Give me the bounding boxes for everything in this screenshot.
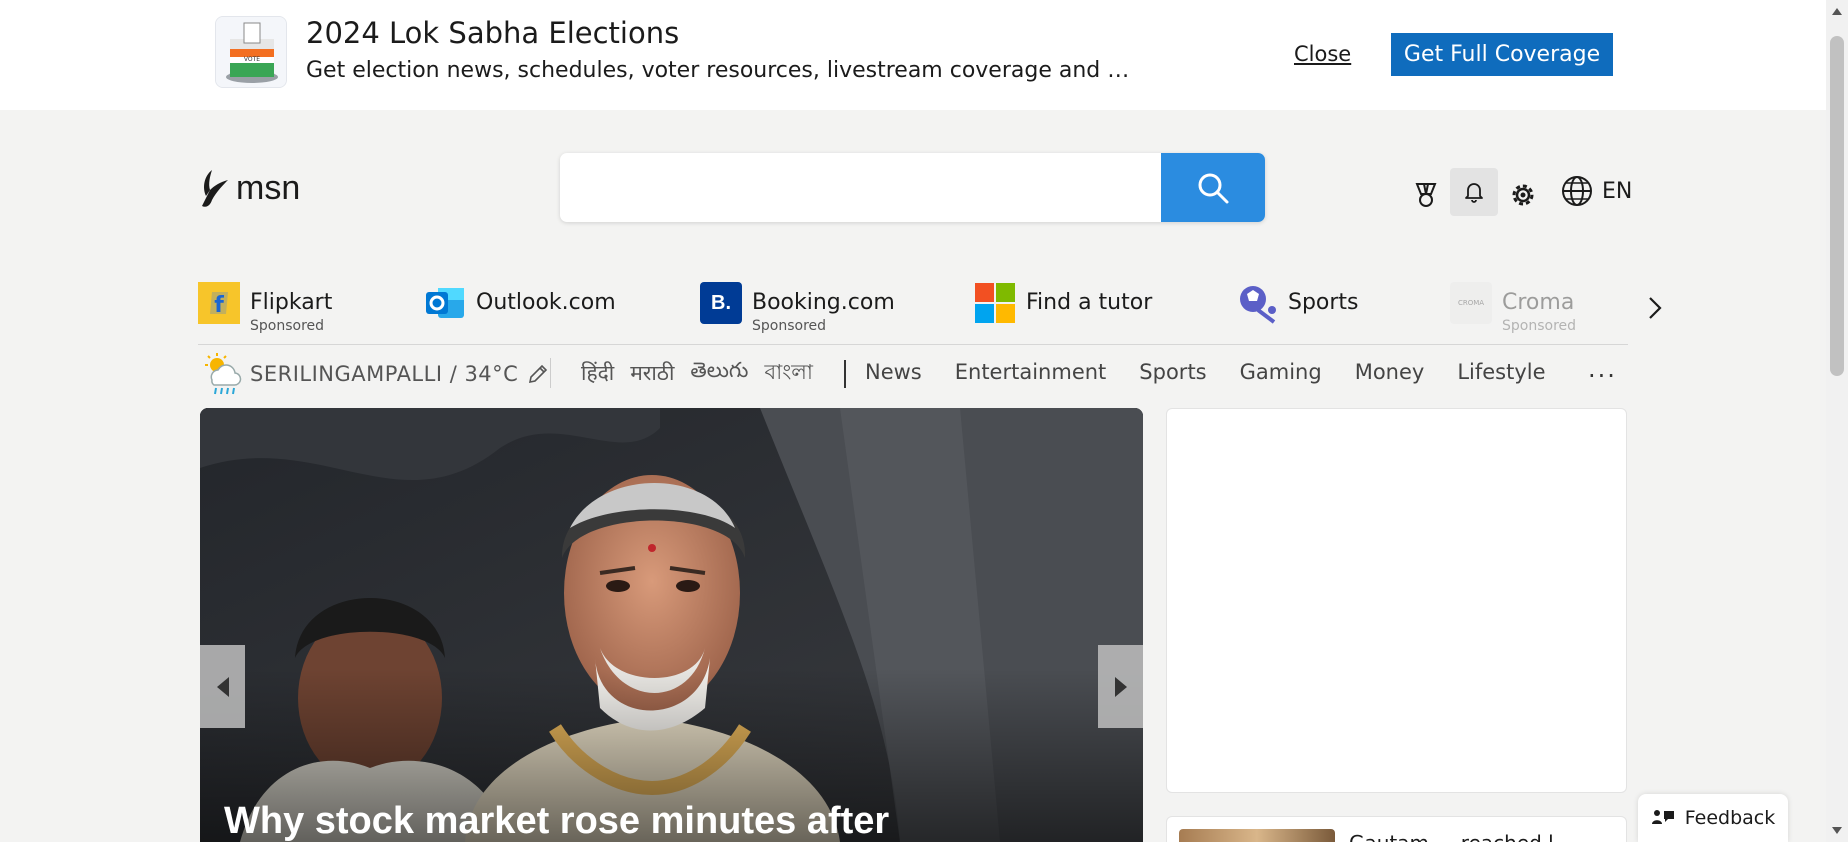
hero-carousel[interactable]: Why stock market rose minutes after	[200, 408, 1143, 842]
language-code: EN	[1602, 178, 1633, 204]
globe-icon	[1562, 176, 1592, 206]
page-scrollbar[interactable]	[1826, 0, 1848, 842]
booking-logo-letter: B.	[711, 291, 731, 314]
quick-link-flipkart[interactable]: f Flipkart Sponsored	[198, 282, 332, 334]
language-selector[interactable]: EN	[1560, 174, 1632, 208]
quick-link-find-a-tutor[interactable]: Find a tutor	[974, 282, 1152, 324]
nav-item-lifestyle[interactable]: Lifestyle	[1457, 360, 1545, 384]
nav-separator	[844, 360, 846, 388]
quick-links-next-button[interactable]	[1640, 293, 1670, 323]
quick-link-outlook[interactable]: Outlook.com	[424, 282, 616, 324]
quick-links-divider	[198, 344, 1628, 345]
nav-item-news[interactable]: News	[865, 360, 922, 384]
feedback-label: Feedback	[1684, 807, 1776, 829]
feedback-icon	[1651, 810, 1674, 824]
ballot-box-icon: VOTE	[215, 16, 287, 88]
ad-placeholder-card	[1166, 408, 1627, 793]
scroll-up-arrow-icon[interactable]	[1832, 8, 1842, 15]
partly-sunny-rain-icon	[205, 353, 242, 395]
sports-icon	[1236, 282, 1278, 324]
news-card-title: Gautam ... reached l...	[1349, 831, 1573, 842]
nav-item-entertainment[interactable]: Entertainment	[955, 360, 1107, 384]
close-banner-link[interactable]: Close	[1294, 42, 1351, 66]
notifications-button[interactable]	[1450, 168, 1498, 216]
regional-language-links: हिंदी मराठी తెలుగు বাংলা	[550, 358, 813, 388]
bell-icon	[1465, 183, 1483, 203]
quick-link-booking[interactable]: B. Booking.com Sponsored	[700, 282, 895, 334]
search-icon	[1198, 173, 1229, 203]
settings-button[interactable]	[1502, 174, 1544, 216]
caret-right-icon	[1114, 676, 1127, 697]
search-box[interactable]	[560, 153, 1265, 222]
croma-logo-icon: CROMA	[1450, 282, 1492, 324]
nav-item-money[interactable]: Money	[1355, 360, 1425, 384]
search-button[interactable]	[1161, 153, 1265, 222]
language-link-telugu[interactable]: తెలుగు	[690, 358, 748, 388]
banner-subtitle: Get election news, schedules, voter reso…	[306, 58, 1130, 83]
hero-prev-button[interactable]	[200, 645, 245, 728]
nav-item-sports[interactable]: Sports	[1139, 360, 1206, 384]
sponsored-label: Sponsored	[250, 318, 325, 334]
logo-text: msn	[236, 168, 301, 207]
election-banner: VOTE 2024 Lok Sabha Elections Get electi…	[0, 0, 1826, 110]
quick-link-name: Sports	[1288, 290, 1359, 315]
nav-more-button[interactable]: ···	[1588, 362, 1617, 390]
chevron-right-icon	[1649, 297, 1662, 319]
feedback-button[interactable]: Feedback	[1638, 794, 1788, 842]
quick-link-croma[interactable]: CROMA Croma Sponsored	[1450, 282, 1576, 334]
get-full-coverage-button[interactable]: Get Full Coverage	[1391, 33, 1613, 76]
sponsored-label: Sponsored	[1502, 318, 1577, 334]
quick-link-name: Flipkart	[250, 290, 333, 315]
hero-headline[interactable]: Why stock market rose minutes after	[224, 800, 889, 842]
msn-butterfly-icon	[202, 170, 228, 207]
ballot-text: VOTE	[244, 56, 260, 63]
weather-location-temp: SERILINGAMPALLI / 34°C	[250, 362, 519, 386]
category-nav: News Entertainment Sports Gaming Money L…	[865, 360, 1546, 384]
microsoft-logo-icon	[974, 282, 1016, 324]
quick-link-name: Outlook.com	[476, 290, 616, 315]
language-link-marathi[interactable]: मराठी	[630, 359, 674, 387]
quick-link-name: Croma	[1502, 290, 1575, 315]
quick-link-name: Find a tutor	[1026, 290, 1153, 315]
caret-left-icon	[216, 676, 229, 697]
booking-logo-icon: B.	[700, 282, 742, 324]
sponsored-label: Sponsored	[752, 318, 827, 334]
rewards-button[interactable]	[1405, 174, 1447, 216]
language-link-bangla[interactable]: বাংলা	[764, 356, 813, 391]
weather-widget[interactable]: SERILINGAMPALLI / 34°C	[202, 352, 550, 396]
msn-logo[interactable]: msn	[198, 166, 300, 210]
scroll-down-arrow-icon[interactable]	[1832, 827, 1842, 834]
gear-icon	[1512, 184, 1534, 206]
rewards-icon	[1415, 183, 1437, 207]
croma-logo-letter: CROMA	[1457, 299, 1485, 307]
nav-item-gaming[interactable]: Gaming	[1240, 360, 1322, 384]
flipkart-logo-icon: f	[198, 282, 240, 324]
edit-pencil-icon[interactable]	[526, 362, 550, 386]
language-link-hindi[interactable]: हिंदी	[581, 359, 614, 387]
news-card[interactable]: Gautam ... reached l...	[1166, 816, 1627, 842]
news-card-thumbnail	[1179, 829, 1335, 842]
scroll-thumb[interactable]	[1830, 36, 1844, 376]
banner-title: 2024 Lok Sabha Elections	[306, 16, 680, 50]
quick-links-bar: f Flipkart Sponsored Outlook.com B. Book…	[198, 282, 1628, 344]
outlook-logo-icon	[424, 282, 466, 324]
quick-link-sports[interactable]: Sports	[1236, 282, 1359, 324]
hero-next-button[interactable]	[1098, 645, 1143, 728]
search-input[interactable]	[560, 153, 1161, 222]
hero-image[interactable]	[200, 408, 1143, 842]
svg-text:f: f	[214, 293, 224, 318]
quick-link-name: Booking.com	[752, 290, 895, 315]
